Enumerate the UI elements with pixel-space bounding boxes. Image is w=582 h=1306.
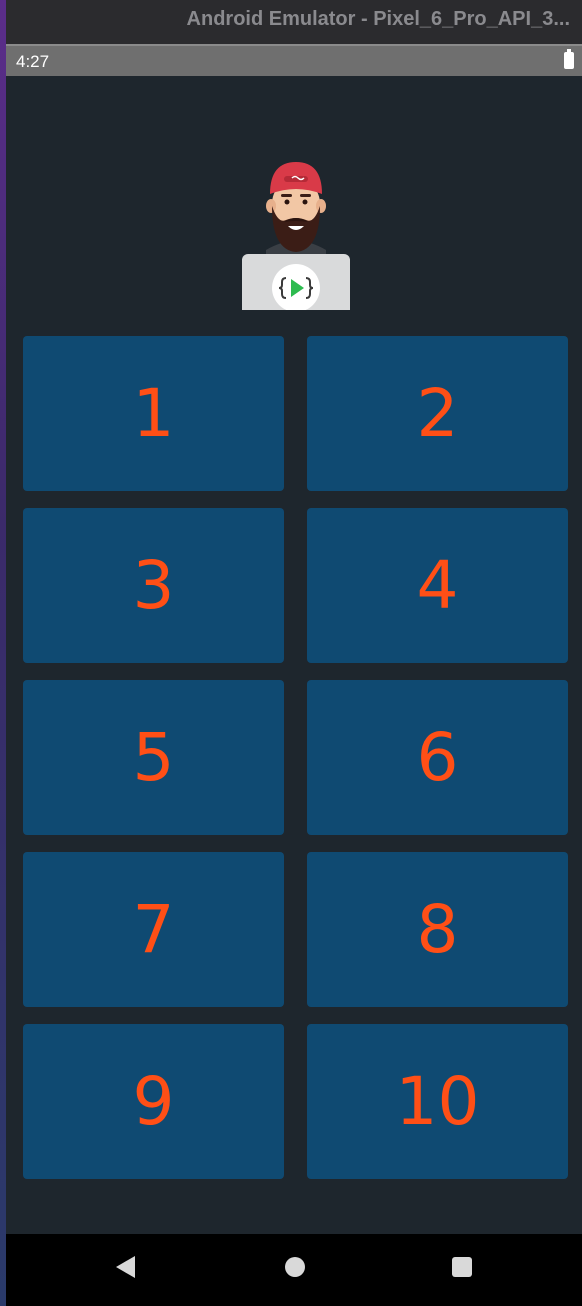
- tile-2[interactable]: 2: [307, 336, 568, 491]
- tile-3[interactable]: 3: [23, 508, 284, 663]
- status-time: 4:27: [16, 52, 50, 71]
- tile-6[interactable]: 6: [307, 680, 568, 835]
- window-titlebar[interactable]: Android Emulator - Pixel_6_Pro_API_3...: [6, 0, 582, 44]
- tile-5[interactable]: 5: [23, 680, 284, 835]
- tile-8[interactable]: 8: [307, 852, 568, 1007]
- back-triangle-icon[interactable]: [116, 1256, 135, 1278]
- navigation-bar: [6, 1234, 582, 1306]
- recents-square-icon[interactable]: [452, 1257, 472, 1277]
- home-circle-icon[interactable]: [285, 1257, 305, 1277]
- developer-logo-icon: [242, 162, 350, 310]
- battery-icon: [564, 49, 574, 69]
- window-title: Android Emulator - Pixel_6_Pro_API_3...: [186, 8, 570, 30]
- tile-10[interactable]: 10: [307, 1024, 568, 1179]
- device-screen: 4:27 1 2 3 4 5 6 7 8 9 10: [6, 44, 582, 1306]
- tile-7[interactable]: 7: [23, 852, 284, 1007]
- tile-4[interactable]: 4: [307, 508, 568, 663]
- tile-9[interactable]: 9: [23, 1024, 284, 1179]
- status-bar: 4:27: [6, 44, 582, 76]
- app-content: 1 2 3 4 5 6 7 8 9 10: [6, 76, 582, 1234]
- tile-1[interactable]: 1: [23, 336, 284, 491]
